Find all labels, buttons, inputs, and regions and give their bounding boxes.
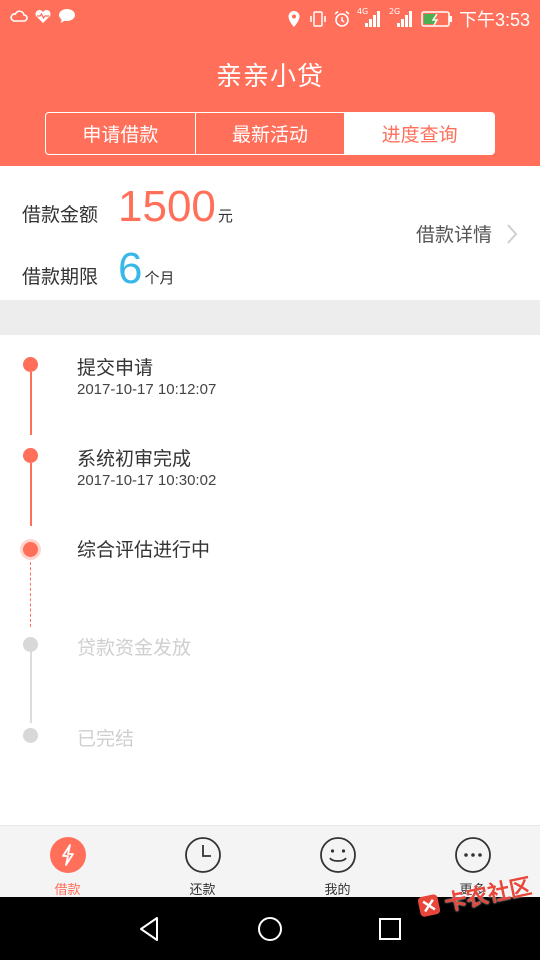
- chevron-right-icon: [507, 223, 518, 244]
- vibrate-icon: [310, 11, 326, 27]
- step-dot-pending: [23, 637, 38, 652]
- loan-amount-value: 1500: [118, 182, 216, 231]
- step-title: 提交申请: [77, 357, 154, 379]
- location-icon: [288, 11, 300, 27]
- tab-apply-loan[interactable]: 申请借款: [46, 113, 196, 154]
- tab-label: 最新活动: [232, 124, 309, 146]
- signal-icon: [396, 11, 412, 27]
- lightning-icon: [49, 837, 86, 873]
- timeline-connector: [30, 651, 32, 723]
- step-dot-current: [23, 542, 38, 557]
- step-time: 2017-10-17 10:12:07: [77, 381, 217, 398]
- smiley-icon: [319, 837, 356, 873]
- cloud-icon: [10, 10, 28, 22]
- step-title: 已完结: [77, 728, 135, 750]
- nav-label: 借款: [54, 883, 81, 898]
- loan-summary: 借款金额 1500 元 借款期限 6 个月 借款详情: [0, 166, 540, 300]
- tab-label: 进度查询: [381, 124, 458, 146]
- loan-amount-label: 借款金额: [22, 204, 99, 226]
- timeline-connector: [30, 372, 32, 435]
- loan-term-value: 6: [118, 244, 143, 293]
- step-dot-done: [23, 448, 38, 463]
- section-divider: [0, 300, 540, 335]
- timeline-connector: [30, 557, 31, 627]
- tab-latest-activities[interactable]: 最新活动: [196, 113, 346, 154]
- clock-icon: [184, 837, 221, 873]
- loan-details-link[interactable]: 借款详情: [416, 220, 518, 247]
- signal-2g: 2G: [389, 7, 415, 29]
- loan-term-unit: 个月: [144, 269, 175, 287]
- loan-term-row: 借款期限 6 个月: [22, 244, 175, 294]
- chat-icon: [59, 9, 75, 23]
- nav-label: 还款: [189, 883, 216, 898]
- nav-item-repay[interactable]: 还款: [135, 826, 270, 898]
- status-bar: 4G 2G 下午3:53: [0, 0, 540, 36]
- loan-details-label: 借款详情: [415, 224, 492, 246]
- step-title: 贷款资金发放: [77, 637, 192, 659]
- loan-amount-row: 借款金额 1500 元: [22, 182, 233, 232]
- nav-item-mine[interactable]: 我的: [270, 826, 405, 898]
- back-triangle-icon[interactable]: [135, 914, 165, 944]
- alarm-icon: [334, 10, 350, 27]
- more-dots-icon: [454, 837, 491, 873]
- recents-square-icon[interactable]: [375, 914, 405, 944]
- app-title: 亲亲小贷: [215, 62, 324, 92]
- progress-timeline: 提交申请 2017-10-17 10:12:07 系统初审完成 2017-10-…: [0, 335, 540, 825]
- signal-icon: [364, 11, 380, 27]
- signal-4g: 4G: [357, 7, 383, 29]
- battery-charging-icon: [421, 11, 452, 27]
- nav-item-loan[interactable]: 借款: [0, 826, 135, 898]
- tab-label: 申请借款: [82, 124, 159, 146]
- step-dot-done: [23, 357, 38, 372]
- tab-bar: 申请借款 最新活动 进度查询: [45, 112, 495, 155]
- tab-progress-query[interactable]: 进度查询: [345, 113, 494, 154]
- app-header: 亲亲小贷 申请借款 最新活动 进度查询: [0, 36, 540, 166]
- step-time: 2017-10-17 10:30:02: [77, 472, 217, 489]
- clock-time: 下午3:53: [458, 10, 530, 30]
- home-circle-icon[interactable]: [255, 914, 285, 944]
- step-title: 系统初审完成: [77, 448, 192, 470]
- loan-amount-unit: 元: [217, 207, 233, 225]
- step-dot-pending: [23, 728, 38, 743]
- step-title: 综合评估进行中: [77, 539, 211, 561]
- heart-pulse-icon: [35, 9, 51, 23]
- loan-term-label: 借款期限: [22, 266, 99, 288]
- timeline-connector: [30, 463, 32, 526]
- watermark-logo-icon: [417, 894, 441, 917]
- nav-label: 我的: [324, 883, 351, 898]
